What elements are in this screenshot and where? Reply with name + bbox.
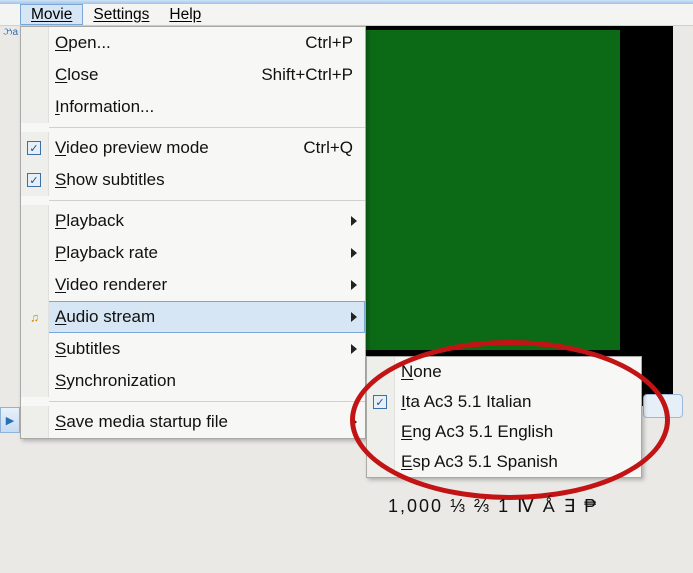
menu-item-playback[interactable]: Playback bbox=[21, 205, 365, 237]
app-icon: ઝa bbox=[3, 27, 17, 41]
menu-label: Playback bbox=[55, 211, 124, 231]
menu-shortcut: Ctrl+Q bbox=[303, 138, 353, 158]
submenu-item-esp[interactable]: Esp Ac3 5.1 Spanish bbox=[367, 447, 641, 477]
submenu-item-none[interactable]: None bbox=[367, 357, 641, 387]
submenu-arrow-icon bbox=[351, 312, 357, 322]
menu-label: Save media startup file bbox=[55, 412, 228, 432]
menubar-item-movie[interactable]: Movie bbox=[20, 4, 83, 25]
menubar-item-help[interactable]: Help bbox=[159, 4, 211, 25]
menu-label: Esp Ac3 5.1 Spanish bbox=[401, 452, 558, 472]
timeline-handle[interactable] bbox=[643, 394, 683, 418]
submenu-arrow-icon bbox=[351, 248, 357, 258]
menu-label: Audio stream bbox=[55, 307, 155, 327]
menu-label: Ita Ac3 5.1 Italian bbox=[401, 392, 531, 412]
menu-label: Information... bbox=[55, 97, 154, 117]
check-icon: ✓ bbox=[27, 141, 41, 155]
movie-menu: Open... Ctrl+P Close Shift+Ctrl+P Inform… bbox=[20, 26, 366, 439]
menu-item-audio-stream[interactable]: ♫ Audio stream bbox=[21, 301, 365, 333]
menu-separator bbox=[49, 127, 365, 128]
check-icon: ✓ bbox=[27, 173, 41, 187]
menu-gutter bbox=[21, 27, 49, 59]
submenu-arrow-icon bbox=[351, 344, 357, 354]
submenu-item-eng[interactable]: Eng Ac3 5.1 English bbox=[367, 417, 641, 447]
menu-item-video-preview-mode[interactable]: ✓ Video preview mode Ctrl+Q bbox=[21, 132, 365, 164]
submenu-arrow-icon bbox=[351, 216, 357, 226]
menubar: Movie Settings Help bbox=[0, 4, 693, 26]
menu-item-subtitles[interactable]: Subtitles bbox=[21, 333, 365, 365]
menu-label: Close bbox=[55, 65, 98, 85]
app-window: Movie Settings Help ઝa ▶ Open... Ctrl+P … bbox=[0, 0, 693, 573]
submenu-arrow-icon bbox=[351, 280, 357, 290]
menu-item-open[interactable]: Open... Ctrl+P bbox=[21, 27, 365, 59]
menu-label: Show subtitles bbox=[55, 170, 165, 190]
submenu-arrow-icon bbox=[351, 417, 357, 427]
menu-label: Eng Ac3 5.1 English bbox=[401, 422, 553, 442]
menubar-item-settings[interactable]: Settings bbox=[83, 4, 159, 25]
menu-item-information[interactable]: Information... bbox=[21, 91, 365, 123]
menu-item-synchronization[interactable]: Synchronization bbox=[21, 365, 365, 397]
menu-item-show-subtitles[interactable]: ✓ Show subtitles bbox=[21, 164, 365, 196]
submenu-item-ita[interactable]: ✓ Ita Ac3 5.1 Italian bbox=[367, 387, 641, 417]
menu-item-video-renderer[interactable]: Video renderer bbox=[21, 269, 365, 301]
menu-item-playback-rate[interactable]: Playback rate bbox=[21, 237, 365, 269]
check-icon: ✓ bbox=[373, 395, 387, 409]
toolbar-play-button[interactable]: ▶ bbox=[0, 407, 20, 433]
menu-label: Subtitles bbox=[55, 339, 120, 359]
audio-stream-submenu: None ✓ Ita Ac3 5.1 Italian Eng Ac3 5.1 E… bbox=[366, 356, 642, 478]
menu-item-save-media-startup-file[interactable]: Save media startup file bbox=[21, 406, 365, 438]
menu-label: Synchronization bbox=[55, 371, 176, 391]
menu-label: Playback rate bbox=[55, 243, 158, 263]
menu-separator bbox=[49, 200, 365, 201]
menu-item-close[interactable]: Close Shift+Ctrl+P bbox=[21, 59, 365, 91]
menu-shortcut: Ctrl+P bbox=[305, 33, 353, 53]
menu-shortcut: Shift+Ctrl+P bbox=[261, 65, 353, 85]
footer-text: 1,000 ⅓ ⅔ 1 Ⅳ Ǻ ∃ ₱ bbox=[388, 496, 598, 517]
menu-label: Open... bbox=[55, 33, 111, 53]
menu-label: None bbox=[401, 362, 442, 382]
menu-label: Video renderer bbox=[55, 275, 167, 295]
menu-label: Video preview mode bbox=[55, 138, 209, 158]
menu-separator bbox=[49, 401, 365, 402]
music-note-icon: ♫ bbox=[27, 310, 42, 325]
